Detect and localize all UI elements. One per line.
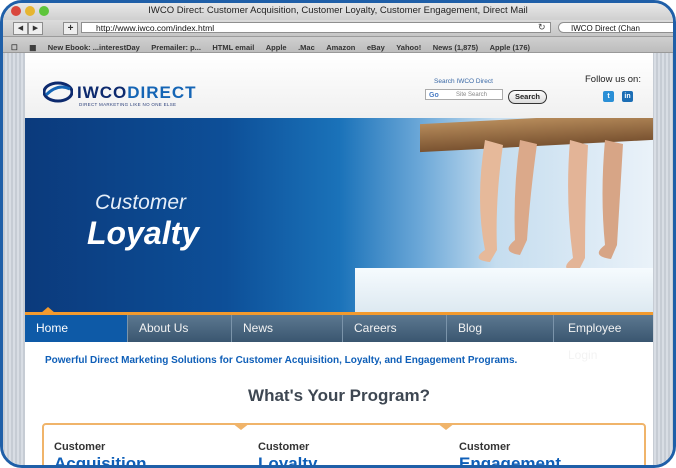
reading-list-icon[interactable]: ☐ [11, 40, 18, 52]
card-label-main: Engagement [459, 454, 562, 468]
google-icon: Go [429, 92, 439, 99]
linkedin-icon[interactable]: in [622, 91, 633, 102]
nav-careers[interactable]: Careers [343, 315, 447, 342]
bookmarks-bar: ☐ ▦ New Ebook: ...interestDay Premailer:… [3, 37, 673, 53]
forward-arrow-icon: ▶ [32, 25, 39, 32]
site-search-placeholder: Site Search [456, 92, 488, 98]
site-search-input[interactable]: Go Site Search [425, 89, 503, 100]
program-heading: What's Your Program? [248, 386, 430, 405]
main-navigation: Home About Us News Careers Blog Employee… [25, 307, 653, 362]
nav-about-us[interactable]: About Us [128, 315, 232, 342]
logo-tagline: DIRECT MARKETING LIKE NO ONE ELSE [79, 102, 177, 107]
nav-label: Employee Login [568, 321, 622, 362]
program-card-engagement[interactable]: Customer Engagement [459, 441, 562, 468]
reload-icon[interactable]: ↻ [538, 22, 546, 33]
nav-label: Careers [354, 321, 397, 335]
nav-home[interactable]: Home [25, 307, 128, 342]
card-label-main: Loyalty [258, 454, 318, 468]
back-arrow-icon: ◀ [17, 25, 24, 32]
logo-wordmark: IWCODIRECT [77, 83, 197, 103]
card-divider-notch [437, 423, 455, 430]
bookmark-item[interactable]: Premailer: p... [151, 40, 201, 52]
nav-label: About Us [139, 321, 189, 335]
forward-button[interactable]: ▶ [28, 22, 43, 35]
page-side-pattern-left [3, 53, 25, 465]
nav-label: News [243, 321, 274, 335]
browser-toolbar: ◀ ▶ + http://www.iwco.com/index.html ↻ I… [3, 20, 673, 37]
card-label-main: Acquisition [54, 454, 147, 468]
site-header: IWCODIRECT DIRECT MARKETING LIKE NO ONE … [25, 53, 653, 118]
program-cards: Customer Acquisition Customer Loyalty Cu… [42, 423, 646, 468]
bookmark-folder[interactable]: News (1,875) [433, 40, 478, 52]
program-card-acquisition[interactable]: Customer Acquisition [54, 441, 147, 468]
follow-us-label: Follow us on: [585, 74, 641, 85]
screenshot-frame: IWCO Direct: Customer Acquisition, Custo… [0, 0, 676, 468]
card-divider-notch [232, 423, 250, 430]
browser-search-field[interactable]: IWCO Direct (Chan [558, 22, 673, 33]
twitter-icon[interactable]: t [603, 91, 614, 102]
bookmark-item[interactable]: Apple [266, 40, 287, 52]
swoosh-logo-icon [43, 81, 73, 103]
nav-blog[interactable]: Blog [447, 315, 554, 342]
program-card-loyalty[interactable]: Customer Loyalty [258, 441, 318, 468]
intro-text: Powerful Direct Marketing Solutions for … [45, 355, 518, 366]
web-page: IWCODIRECT DIRECT MARKETING LIKE NO ONE … [25, 53, 653, 468]
top-sites-icon[interactable]: ▦ [29, 40, 36, 52]
plus-icon: + [67, 23, 74, 34]
site-search-button[interactable]: Search [508, 90, 547, 104]
hero-title-line2: Loyalty [87, 215, 200, 251]
nav-employee-login[interactable]: Employee Login [554, 315, 653, 362]
bookmark-item[interactable]: .Mac [298, 40, 315, 52]
window-titlebar: IWCO Direct: Customer Acquisition, Custo… [3, 3, 673, 21]
card-label-top: Customer [54, 441, 106, 453]
card-label-top: Customer [258, 441, 310, 453]
nav-label: Home [36, 321, 69, 335]
address-bar[interactable]: http://www.iwco.com/index.html [81, 22, 551, 33]
add-bookmark-button[interactable]: + [63, 22, 78, 35]
logo-direct: DIRECT [127, 83, 197, 102]
bookmark-item[interactable]: Yahoo! [396, 40, 421, 52]
bookmark-item[interactable]: New Ebook: ...interestDay [48, 40, 140, 52]
url-text: http://www.iwco.com/index.html [96, 23, 215, 33]
bookmark-item[interactable]: eBay [367, 40, 385, 52]
active-indicator-icon [41, 307, 55, 313]
card-label-top: Customer [459, 441, 511, 453]
hero-banner: Customer Loyalty [25, 118, 653, 312]
site-search-label: Search IWCO Direct [434, 78, 493, 85]
nav-news[interactable]: News [232, 315, 343, 342]
logo-iwco: IWCO [77, 83, 128, 102]
back-button[interactable]: ◀ [13, 22, 28, 35]
search-field-text: IWCO Direct (Chan [571, 24, 640, 33]
nav-label: Blog [458, 321, 483, 335]
bookmark-item[interactable]: HTML email [212, 40, 254, 52]
bookmark-folder[interactable]: Apple (176) [490, 40, 530, 52]
window-title: IWCO Direct: Customer Acquisition, Custo… [148, 5, 528, 16]
hero-title-line1: Customer [95, 191, 187, 214]
sea-horizon [355, 268, 653, 312]
bookmark-item[interactable]: Amazon [326, 40, 355, 52]
